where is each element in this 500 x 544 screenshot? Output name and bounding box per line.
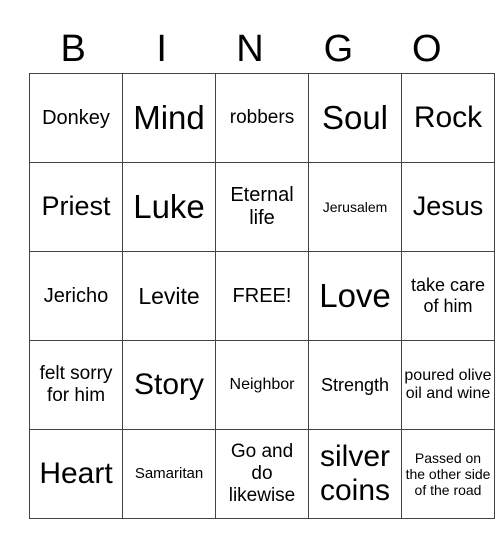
bingo-cell: Eternal life	[215, 162, 309, 252]
header-letter-o: O	[412, 28, 442, 70]
bingo-cell: Jesus	[401, 162, 495, 252]
bingo-row: Priest Luke Eternal life Jerusalem Jesus	[29, 162, 495, 252]
bingo-cell: Luke	[122, 162, 216, 252]
bingo-cell: Strength	[308, 340, 402, 430]
bingo-cell: Samaritan	[122, 429, 216, 519]
bingo-card: Donkey Mind robbers Soul Rock Priest Luk…	[29, 73, 495, 519]
bingo-cell: Soul	[308, 73, 402, 163]
bingo-cell: Jericho	[29, 251, 123, 341]
header-letter-b: B	[60, 28, 86, 70]
bingo-cell: Jerusalem	[308, 162, 402, 252]
bingo-cell: Levite	[122, 251, 216, 341]
bingo-cell: Story	[122, 340, 216, 430]
bingo-row: felt sorry for him Story Neighbor Streng…	[29, 340, 495, 430]
bingo-cell: Priest	[29, 162, 123, 252]
bingo-row: Heart Samaritan Go and do likewise silve…	[29, 429, 495, 519]
bingo-cell: felt sorry for him	[29, 340, 123, 430]
bingo-cell: Donkey	[29, 73, 123, 163]
bingo-cell: Love	[308, 251, 402, 341]
bingo-cell: silver coins	[308, 429, 402, 519]
bingo-row: Donkey Mind robbers Soul Rock	[29, 73, 495, 163]
bingo-cell: robbers	[215, 73, 309, 163]
bingo-cell: Go and do likewise	[215, 429, 309, 519]
bingo-row: Jericho Levite FREE! Love take care of h…	[29, 251, 495, 341]
bingo-cell: take care of him	[401, 251, 495, 341]
bingo-cell: Rock	[401, 73, 495, 163]
bingo-cell: Heart	[29, 429, 123, 519]
header-letter-n: N	[236, 28, 264, 70]
header-letter-g: G	[323, 28, 354, 70]
bingo-cell: Neighbor	[215, 340, 309, 430]
header-letter-i: I	[156, 28, 167, 70]
bingo-header: B I N G O	[29, 26, 471, 72]
bingo-cell: Mind	[122, 73, 216, 163]
bingo-cell: Passed on the other side of the road	[401, 429, 495, 519]
free-space: FREE!	[215, 251, 309, 341]
bingo-cell: poured olive oil and wine	[401, 340, 495, 430]
